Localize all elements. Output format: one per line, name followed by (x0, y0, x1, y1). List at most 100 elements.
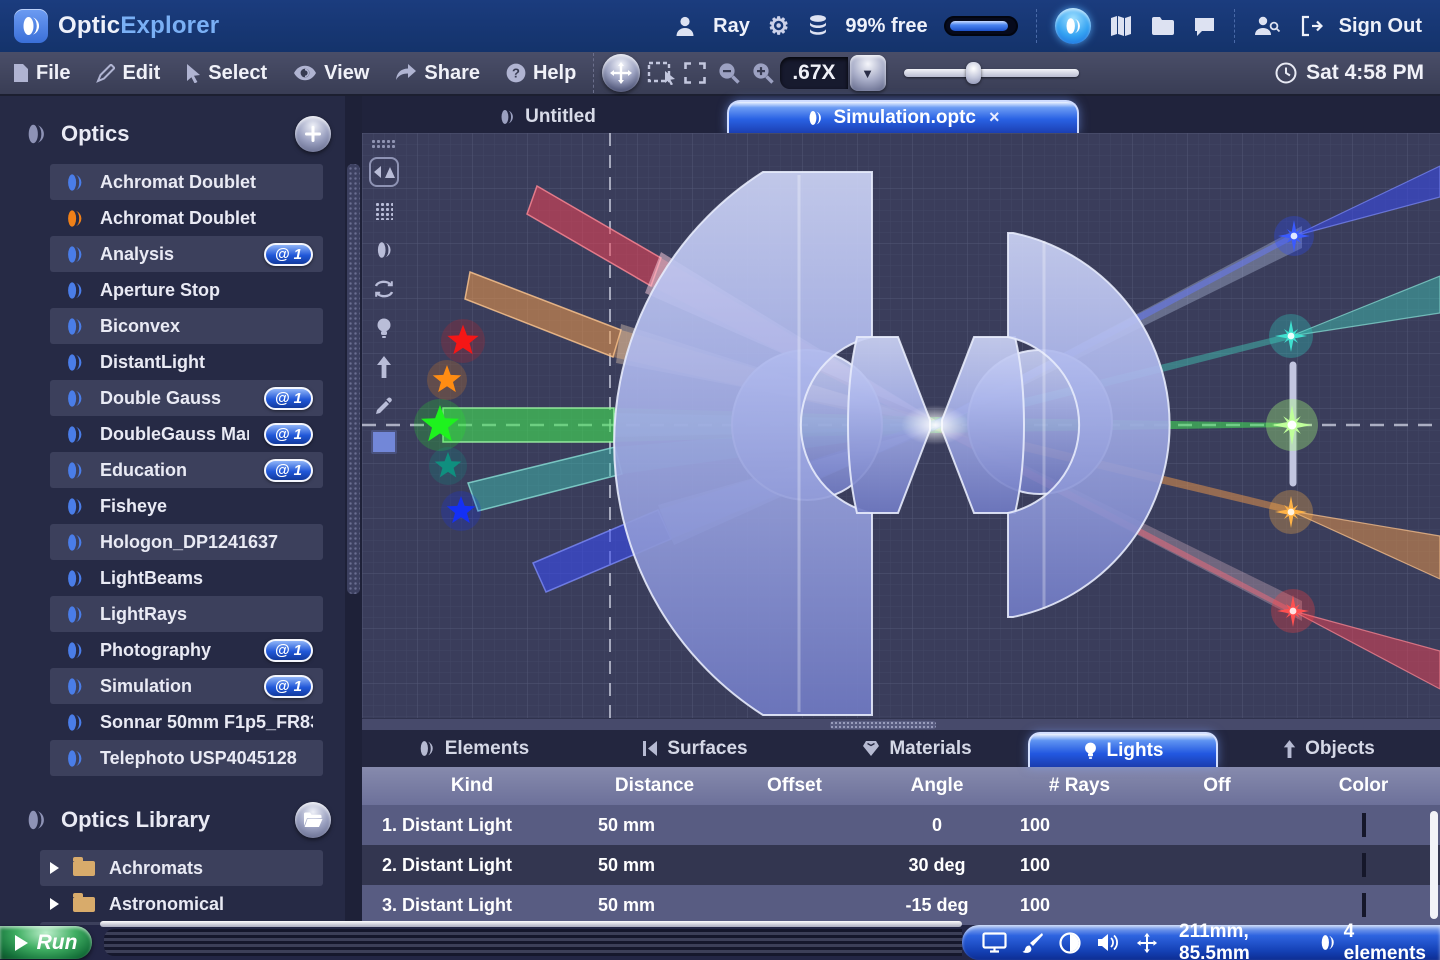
bottom-hscrollbar[interactable] (100, 921, 962, 927)
storage-label: 99% free (845, 15, 927, 38)
tab-untitled[interactable]: Untitled (432, 100, 662, 133)
tab-materials[interactable]: Materials (806, 730, 1028, 767)
light-color-swatch[interactable] (1362, 853, 1366, 877)
user-search-icon[interactable] (1253, 14, 1281, 38)
gear-icon[interactable]: ⚙ (768, 12, 790, 41)
zoom-in-tool[interactable] (746, 56, 780, 90)
menu-file[interactable]: File (0, 52, 83, 94)
sidebar-scrollbar[interactable] (345, 96, 362, 925)
refresh-tool[interactable] (369, 274, 399, 304)
light-color-swatch[interactable] (1362, 893, 1366, 917)
optics-item[interactable]: Double Gauss@ 1 (50, 380, 323, 416)
optics-item[interactable]: Fisheye (50, 488, 323, 524)
optics-item[interactable]: Achromat Doublet (50, 164, 323, 200)
optics-item[interactable]: DistantLight (50, 344, 323, 380)
tab-simulation[interactable]: Simulation.optc × (727, 100, 1079, 133)
menu-file-label: File (36, 62, 70, 85)
menu-edit[interactable]: Edit (83, 52, 173, 94)
flip-tool-button[interactable] (369, 157, 399, 187)
sidebar-scrollbar-thumb[interactable] (347, 164, 360, 594)
folder-icon[interactable] (1151, 16, 1175, 36)
chat-icon[interactable] (1193, 16, 1216, 37)
light-color-swatch[interactable] (1362, 813, 1366, 837)
color-swatch[interactable] (371, 430, 397, 454)
divider (1234, 9, 1235, 43)
zoom-slider-thumb[interactable] (966, 62, 981, 84)
menu-help[interactable]: ? Help (493, 52, 589, 94)
cell-rays: 100 (1012, 855, 1147, 876)
tab-surfaces[interactable]: Surfaces (584, 730, 806, 767)
light-row[interactable]: 2. Distant Light50 mm30 deg100 (362, 845, 1440, 885)
contrast-icon[interactable] (1059, 932, 1081, 954)
optics-item[interactable]: Achromat Doublet (50, 200, 323, 236)
menu-select[interactable]: Select (173, 52, 280, 94)
tab-untitled-label: Untitled (525, 106, 596, 128)
toolbar-grip[interactable] (371, 139, 397, 148)
add-optic-button[interactable] (295, 116, 331, 152)
optics-item-label: DistantLight (100, 352, 313, 373)
library-item-label: Achromats (109, 858, 203, 879)
lens-tool[interactable] (369, 235, 399, 265)
light-tool[interactable] (369, 313, 399, 343)
elements-count-label: 4 elements (1344, 921, 1426, 960)
optics-item[interactable]: Analysis@ 1 (50, 236, 323, 272)
grid-select-tool[interactable] (369, 196, 399, 226)
optics-item-label: Hologon_DP1241637 (100, 532, 313, 553)
menu-view[interactable]: View (280, 52, 382, 94)
menubar: File Edit Select View Share ? Help (0, 52, 1440, 96)
library-folder-item[interactable]: Astronomical (40, 886, 323, 922)
library-folder-item[interactable]: Achromats (40, 850, 323, 886)
optics-item[interactable]: LightBeams (50, 560, 323, 596)
simulation-canvas[interactable] (362, 133, 1440, 730)
lens-tool-button[interactable] (1055, 8, 1091, 44)
optics-item[interactable]: Telephoto USP4045128 (50, 740, 323, 776)
tab-lights[interactable]: Lights (1028, 732, 1218, 767)
canvas-hscrollbar-thumb[interactable] (830, 721, 936, 729)
optics-item[interactable]: Hologon_DP1241637 (50, 524, 323, 560)
status-bar: 211mm, 85.5mm 4 elements (962, 925, 1440, 960)
map-icon[interactable] (1109, 15, 1133, 37)
tab-objects[interactable]: Objects (1218, 730, 1440, 767)
canvas-hscrollbar[interactable] (362, 718, 1440, 730)
optics-item[interactable]: Sonnar 50mm F1p5_FR83. (50, 704, 323, 740)
move-icon[interactable] (1136, 932, 1158, 954)
optics-item[interactable]: Simulation@ 1 (50, 668, 323, 704)
table-scrollbar-thumb[interactable] (1430, 811, 1438, 919)
link-count-badge: @ 1 (264, 639, 313, 662)
signout-button[interactable]: Sign Out (1299, 15, 1422, 38)
optics-item[interactable]: Photography@ 1 (50, 632, 323, 668)
bottom-grip[interactable] (104, 929, 962, 956)
tab-close-icon[interactable]: × (989, 107, 1000, 128)
brush-icon[interactable] (1022, 932, 1044, 954)
cell-angle: 0 (862, 815, 1012, 836)
lens-icon (24, 808, 48, 832)
zoom-dropdown-button[interactable]: ▼ (850, 55, 886, 91)
light-row[interactable]: 1. Distant Light50 mm0100 (362, 805, 1440, 845)
optics-item[interactable]: Aperture Stop (50, 272, 323, 308)
light-row[interactable]: 3. Distant Light50 mm-15 deg100 (362, 885, 1440, 925)
fullscreen-tool[interactable] (678, 56, 712, 90)
library-item-label: Astronomical (109, 894, 224, 915)
optics-item[interactable]: LightRays (50, 596, 323, 632)
menu-share[interactable]: Share (382, 52, 493, 94)
optics-item[interactable]: DoubleGauss Mandl.@ 1 (50, 416, 323, 452)
tab-objects-label: Objects (1305, 738, 1375, 760)
display-icon[interactable] (982, 932, 1007, 953)
expand-arrow-icon[interactable] (50, 862, 59, 874)
optics-item-label: Simulation (100, 676, 249, 697)
open-library-button[interactable] (295, 802, 331, 838)
user-menu[interactable]: Ray (673, 14, 750, 38)
optics-item[interactable]: Education@ 1 (50, 452, 323, 488)
zoom-level-display[interactable]: .67X (780, 57, 847, 89)
arrow-up-tool[interactable] (369, 352, 399, 382)
speaker-icon[interactable] (1096, 932, 1121, 953)
optics-item[interactable]: Biconvex (50, 308, 323, 344)
move-tool-button[interactable] (602, 54, 640, 92)
zoom-slider[interactable] (904, 69, 1079, 77)
eyedropper-tool[interactable] (369, 391, 399, 421)
run-button[interactable]: Run (0, 926, 92, 959)
expand-arrow-icon[interactable] (50, 898, 59, 910)
tab-elements[interactable]: Elements (362, 730, 584, 767)
marquee-select-tool[interactable] (644, 56, 678, 90)
zoom-out-tool[interactable] (712, 56, 746, 90)
